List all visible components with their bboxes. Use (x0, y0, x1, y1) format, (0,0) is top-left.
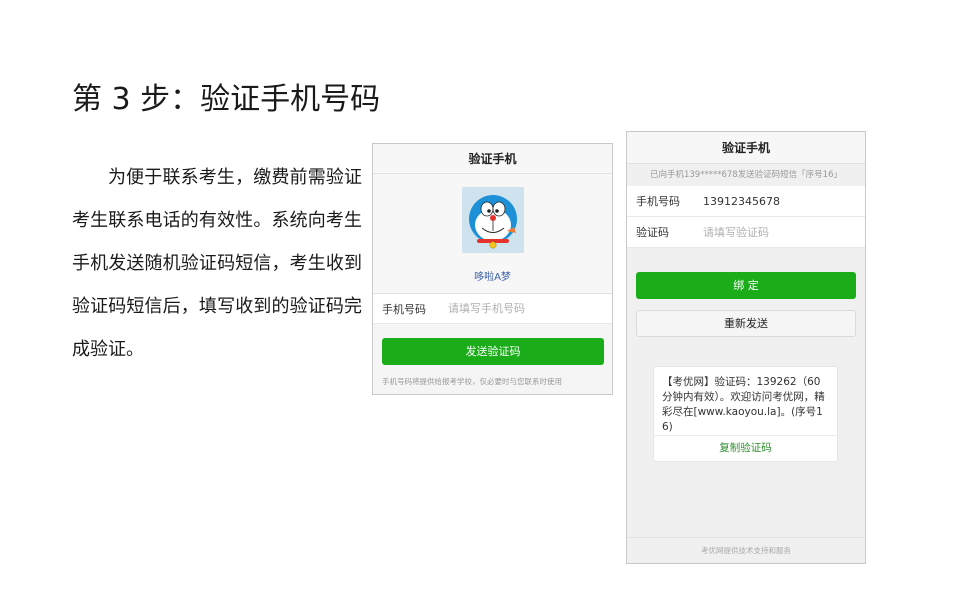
phone-number-label: 手机号码 (636, 195, 680, 208)
step-title: 第 3 步：验证手机号码 (72, 82, 381, 117)
step-description: 为便于联系考生，缴费前需验证考生联系电话的有效性。系统向考生手机发送随机验证码短… (72, 167, 362, 360)
phone-screen-verify-code: 验证手机 已向手机139*****678发送验证码短信「序号16」 手机号码 1… (626, 131, 866, 564)
phone-screen-request-code: 验证手机 哆啦A梦 手机号码 发送验证码 手机号码将提供给报 (372, 143, 613, 395)
sent-info: 已向手机139*****678发送验证码短信「序号16」 (627, 164, 865, 186)
screen-title: 验证手机 (627, 132, 865, 164)
verification-code-row: 验证码 (627, 217, 865, 248)
avatar (462, 187, 524, 253)
phone-number-value: 13912345678 (703, 194, 780, 208)
sms-message-text: 【考优网】验证码：139262（60分钟内有效）。欢迎访问考优网，精彩尽在[ww… (662, 376, 825, 433)
profile-section: 哆啦A梦 (373, 174, 612, 294)
phone-number-row: 手机号码 13912345678 (627, 186, 865, 217)
privacy-note: 手机号码将提供给报考学校，仅必要时与您联系时使用 (382, 377, 562, 386)
phone-number-input[interactable] (448, 302, 598, 315)
verification-code-label: 验证码 (636, 226, 669, 239)
resend-button[interactable]: 重新发送 (636, 310, 856, 337)
bind-button[interactable]: 绑 定 (636, 272, 856, 299)
phone-number-label: 手机号码 (382, 302, 426, 316)
footer-note: 考优网提供技术支持和服务 (627, 537, 865, 563)
send-code-button[interactable]: 发送验证码 (382, 338, 604, 365)
doraemon-avatar-icon (462, 187, 524, 253)
screen-title: 验证手机 (373, 144, 612, 174)
phone-number-row: 手机号码 (373, 294, 612, 324)
nickname: 哆啦A梦 (474, 272, 511, 283)
copy-code-button[interactable]: 复制验证码 (654, 435, 837, 461)
sms-message-card: 【考优网】验证码：139262（60分钟内有效）。欢迎访问考优网，精彩尽在[ww… (653, 366, 838, 462)
verification-code-input[interactable] (703, 225, 853, 239)
